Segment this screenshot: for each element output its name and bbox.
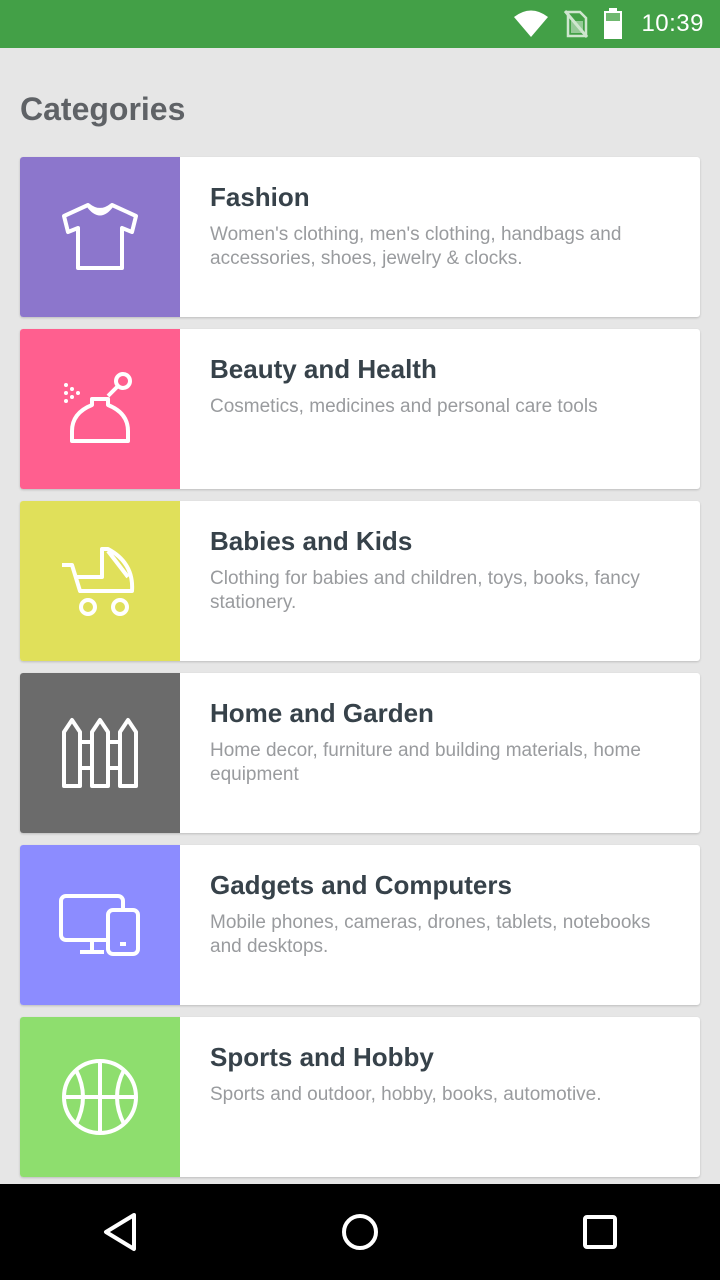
category-description: Clothing for babies and children, toys, …	[210, 568, 640, 613]
stroller-icon	[62, 547, 135, 616]
no-sim-icon	[564, 10, 589, 38]
category-title: Sports and Hobby	[210, 1042, 434, 1072]
battery-icon	[604, 8, 623, 39]
category-tile	[20, 157, 180, 317]
category-title: Fashion	[210, 182, 310, 212]
back-icon	[104, 1213, 136, 1251]
category-title: Beauty and Health	[210, 354, 437, 384]
category-title: Babies and Kids	[210, 526, 413, 556]
wifi-icon	[514, 10, 549, 37]
back-button[interactable]	[72, 1184, 168, 1280]
category-tile	[20, 1017, 180, 1177]
navigation-bar	[0, 1184, 720, 1280]
basketball-icon	[62, 1059, 138, 1135]
devices-icon	[59, 894, 140, 956]
perfume-icon	[64, 372, 132, 443]
clock: 10:39	[641, 10, 704, 37]
category-description: Women's clothing, men's clothing, handba…	[210, 224, 622, 269]
home-icon	[342, 1214, 378, 1250]
fence-icon	[62, 718, 138, 788]
category-tile	[20, 673, 180, 833]
recents-button[interactable]	[552, 1184, 648, 1280]
category-description: Home decor, furniture and building mater…	[210, 740, 641, 785]
category-title: Home and Garden	[210, 698, 434, 728]
category-card-home-and-garden[interactable]: Home and Garden Home decor, furniture an…	[20, 673, 700, 833]
category-card-beauty-and-health[interactable]: Beauty and Health Cosmetics, medicines a…	[20, 329, 700, 489]
category-description: Mobile phones, cameras, drones, tablets,…	[210, 912, 651, 957]
category-card-babies-and-kids[interactable]: Babies and Kids Clothing for babies and …	[20, 501, 700, 661]
category-title: Gadgets and Computers	[210, 870, 512, 900]
category-card-gadgets-and-computers[interactable]: Gadgets and Computers Mobile phones, cam…	[20, 845, 700, 1005]
category-tile	[20, 501, 180, 661]
category-tile	[20, 845, 180, 1005]
category-card-sports-and-hobby[interactable]: Sports and Hobby Sports and outdoor, hob…	[20, 1017, 700, 1177]
category-tile	[20, 329, 180, 489]
tshirt-icon	[62, 203, 138, 270]
recents-icon	[583, 1215, 617, 1249]
category-description: Sports and outdoor, hobby, books, automo…	[210, 1084, 602, 1105]
category-list: Fashion Women's clothing, men's clothing…	[20, 157, 700, 1189]
category-description: Cosmetics, medicines and personal care t…	[210, 396, 598, 417]
category-card-fashion[interactable]: Fashion Women's clothing, men's clothing…	[20, 157, 700, 317]
page-title: Categories	[20, 91, 186, 127]
status-bar: 10:39	[0, 0, 720, 48]
home-button[interactable]	[312, 1184, 408, 1280]
